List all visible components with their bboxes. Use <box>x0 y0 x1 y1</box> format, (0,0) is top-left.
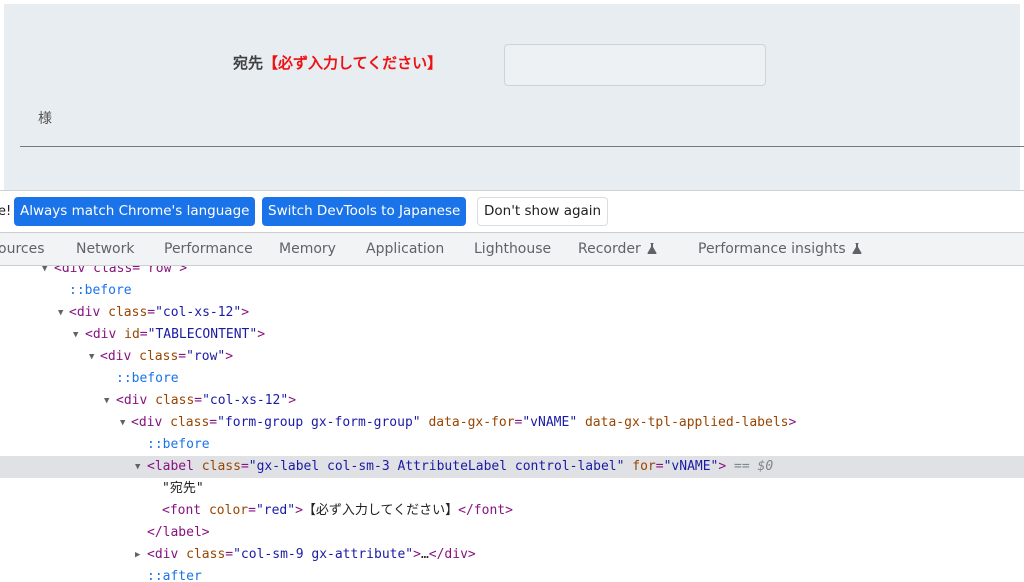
page-divider <box>20 146 1024 147</box>
dom-node-col-xs-12[interactable]: ▼ <div class="col-xs-12"> <box>0 302 1024 324</box>
tag-name: div <box>154 547 179 562</box>
expanded-triangle-icon[interactable]: ▼ <box>135 456 140 478</box>
attr-value: "vNAME" <box>663 459 719 474</box>
dom-node-col-xs-12[interactable]: ▼ <div class="col-xs-12"> <box>0 390 1024 412</box>
closing-tag: </font> <box>458 503 513 518</box>
tab-performance[interactable]: Performance <box>164 241 253 257</box>
page-left-edge <box>0 0 4 190</box>
attr-name: id <box>124 327 140 342</box>
attr-name: color <box>208 503 249 518</box>
dom-pseudo-after[interactable]: ::after <box>0 566 1024 582</box>
expanded-triangle-icon[interactable]: ▼ <box>104 390 109 412</box>
selected-node-marker: == $0 <box>734 459 774 474</box>
collapsed-triangle-icon[interactable]: ▶ <box>135 544 140 566</box>
attr-value: "col-xs-12" <box>155 305 242 320</box>
expanded-triangle-icon[interactable]: ▼ <box>120 412 125 434</box>
tab-lighthouse[interactable]: Lighthouse <box>474 241 551 257</box>
web-page-area: 宛先【必ず入力してください】 様 <box>0 0 1024 190</box>
tab-recorder[interactable]: Recorder <box>578 241 657 257</box>
tag-name: font <box>169 503 202 518</box>
switch-to-japanese-button[interactable]: Switch DevTools to Japanese <box>262 197 467 226</box>
expanded-triangle-icon[interactable]: ▼ <box>58 302 63 324</box>
dont-show-again-button[interactable]: Don't show again <box>477 197 609 226</box>
attr-value: "red" <box>255 503 296 518</box>
devtools-tab-bar: ources Network Performance Memory Applic… <box>0 232 1024 266</box>
dom-node-tablecontent[interactable]: ▼ <div id="TABLECONTENT"> <box>0 324 1024 346</box>
attr-value: "gx-label col-sm-3 AttributeLabel contro… <box>248 459 625 474</box>
dom-node-form-group[interactable]: ▼ <div class="form-group gx-form-group" … <box>0 412 1024 434</box>
dom-node-col-sm-9[interactable]: ▶ <div class="col-sm-9 gx-attribute">…</… <box>0 544 1024 566</box>
dom-text-node[interactable]: "宛先" <box>0 478 1024 500</box>
dom-node-row[interactable]: ▼ <div class="row"> <box>0 266 1024 280</box>
devtools-language-infobar: e! Always match Chrome's language Switch… <box>0 190 1024 232</box>
dom-closing-label[interactable]: </label> <box>0 522 1024 544</box>
dom-pseudo-before[interactable]: ::before <box>0 280 1024 302</box>
tag-name: div <box>92 327 117 342</box>
recipient-input[interactable] <box>504 44 766 86</box>
tag-name: div <box>138 415 163 430</box>
closing-tag: </label> <box>147 525 210 540</box>
tab-performance-insights-label: Performance insights <box>698 241 846 257</box>
experiment-flask-icon <box>647 243 657 254</box>
honorific-suffix: 様 <box>38 111 52 127</box>
tab-recorder-label: Recorder <box>578 241 641 257</box>
attr-value: "TABLECONTENT" <box>147 327 258 342</box>
text-node: "宛先" <box>162 481 204 496</box>
always-match-language-button[interactable]: Always match Chrome's language <box>14 197 256 226</box>
attr-value: "vNAME" <box>522 415 578 430</box>
experiment-flask-icon <box>852 243 862 254</box>
attr-name: data-gx-for <box>428 415 515 430</box>
tab-application[interactable]: Application <box>366 241 444 257</box>
tag-name: div <box>76 305 101 320</box>
recipient-label: 宛先【必ず入力してください】 <box>233 52 442 73</box>
dom-node-font[interactable]: <font color="red">【必ず入力してください】</font> <box>0 500 1024 522</box>
attr-name: class <box>170 415 210 430</box>
tab-network[interactable]: Network <box>76 241 134 257</box>
font-text: 【必ず入力してください】 <box>302 503 459 518</box>
page-right-edge <box>1020 0 1024 190</box>
tag-name: div <box>123 393 148 408</box>
attr-name: class <box>155 393 195 408</box>
attr-name: class <box>139 349 179 364</box>
tab-memory[interactable]: Memory <box>279 241 336 257</box>
closing-tag: </div> <box>428 547 476 562</box>
expanded-triangle-icon[interactable]: ▼ <box>42 266 47 280</box>
tag-name: label <box>154 459 194 474</box>
attr-name: data-gx-tpl-applied-labels <box>584 415 789 430</box>
attr-value: "form-group gx-form-group" <box>217 415 421 430</box>
elements-dom-tree: ▼ <div class="row"> ::before ▼ <div clas… <box>0 266 1024 582</box>
dom-node-text: <div class="row"> <box>54 266 188 276</box>
pseudo-element: ::after <box>147 569 202 582</box>
dom-node-row[interactable]: ▼ <div class="row"> <box>0 346 1024 368</box>
required-note: 【必ず入力してください】 <box>263 54 443 72</box>
attr-name: class <box>201 459 241 474</box>
attr-name: class <box>186 547 226 562</box>
expanded-triangle-icon[interactable]: ▼ <box>73 324 78 346</box>
attr-name: class <box>108 305 148 320</box>
collapsed-ellipsis: … <box>420 547 429 562</box>
page-top-edge <box>0 0 1024 4</box>
dom-node-label-selected[interactable]: ▼ <label class="gx-label col-sm-3 Attrib… <box>0 456 1024 478</box>
dom-pseudo-before[interactable]: ::before <box>0 368 1024 390</box>
pseudo-element: ::before <box>116 371 179 386</box>
pseudo-element: ::before <box>147 437 210 452</box>
infobar-message: e! <box>0 204 12 219</box>
tab-performance-insights[interactable]: Performance insights <box>698 241 862 257</box>
attr-value: "col-xs-12" <box>202 393 289 408</box>
tag-name: div <box>107 349 132 364</box>
tab-sources[interactable]: ources <box>0 241 45 257</box>
dom-pseudo-before[interactable]: ::before <box>0 434 1024 456</box>
attr-value: "col-sm-9 gx-attribute" <box>233 547 414 562</box>
recipient-label-text: 宛先 <box>233 54 264 72</box>
attr-value: "row" <box>186 349 226 364</box>
attr-name: for <box>632 459 656 474</box>
expanded-triangle-icon[interactable]: ▼ <box>89 346 94 368</box>
pseudo-element: ::before <box>69 283 132 298</box>
